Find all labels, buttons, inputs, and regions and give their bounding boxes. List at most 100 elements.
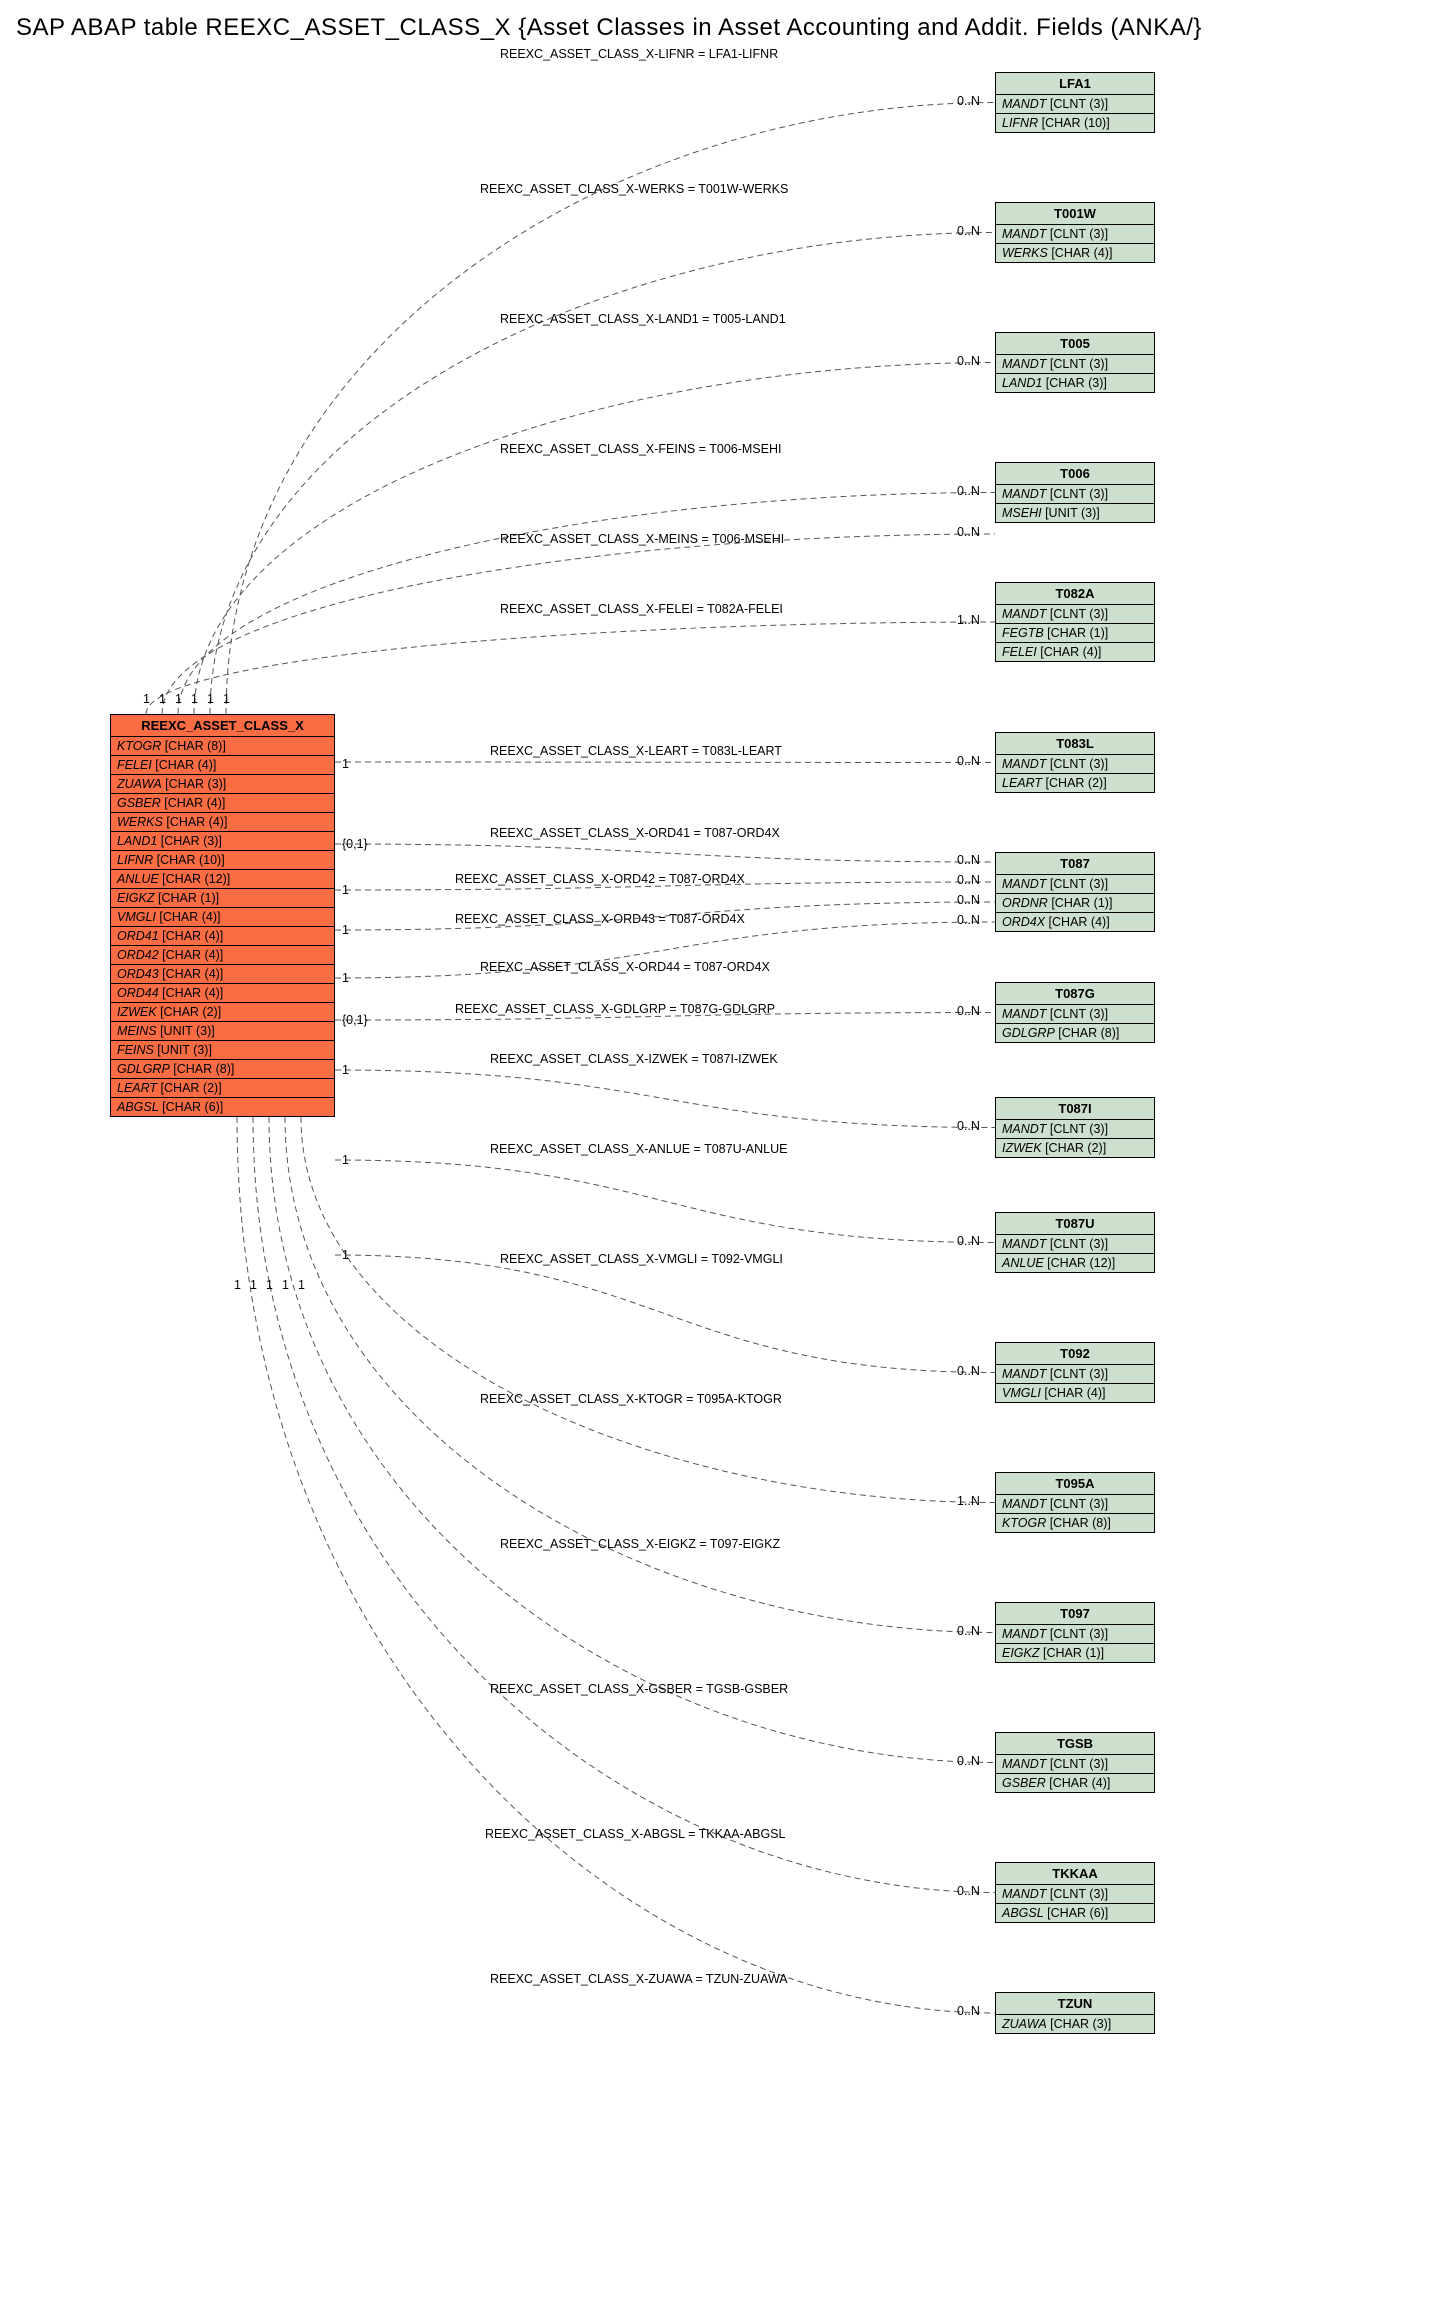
entity-header: T087: [996, 853, 1154, 875]
cardinality-right: 0..N: [957, 224, 980, 238]
entity-field: ABGSL [CHAR (6)]: [996, 1904, 1154, 1922]
entity-field: ORD44 [CHAR (4)]: [111, 984, 334, 1003]
entity-field: LEART [CHAR (2)]: [111, 1079, 334, 1098]
entity-field: GDLGRP [CHAR (8)]: [111, 1060, 334, 1079]
target-entity-t087u: T087UMANDT [CLNT (3)]ANLUE [CHAR (12)]: [995, 1212, 1155, 1273]
cardinality-left: 1: [282, 1278, 289, 1292]
entity-field: GDLGRP [CHAR (8)]: [996, 1024, 1154, 1042]
entity-header: REEXC_ASSET_CLASS_X: [111, 715, 334, 737]
entity-field: WERKS [CHAR (4)]: [996, 244, 1154, 262]
cardinality-left: 1: [342, 883, 349, 897]
target-entity-t082a: T082AMANDT [CLNT (3)]FEGTB [CHAR (1)]FEL…: [995, 582, 1155, 662]
entity-field: IZWEK [CHAR (2)]: [111, 1003, 334, 1022]
entity-field: LIFNR [CHAR (10)]: [996, 114, 1154, 132]
cardinality-right: 0..N: [957, 1004, 980, 1018]
entity-field: MANDT [CLNT (3)]: [996, 755, 1154, 774]
relationship-label: REEXC_ASSET_CLASS_X-VMGLI = T092-VMGLI: [500, 1252, 783, 1266]
entity-field: ORD42 [CHAR (4)]: [111, 946, 334, 965]
cardinality-right: 0..N: [957, 484, 980, 498]
entity-header: TKKAA: [996, 1863, 1154, 1885]
entity-header: T083L: [996, 733, 1154, 755]
cardinality-right: 0..N: [957, 1624, 980, 1638]
cardinality-left: 1: [342, 971, 349, 985]
target-entity-tgsb: TGSBMANDT [CLNT (3)]GSBER [CHAR (4)]: [995, 1732, 1155, 1793]
entity-field: IZWEK [CHAR (2)]: [996, 1139, 1154, 1157]
cardinality-right: 0..N: [957, 1364, 980, 1378]
relationship-label: REEXC_ASSET_CLASS_X-WERKS = T001W-WERKS: [480, 182, 788, 196]
entity-field: ZUAWA [CHAR (3)]: [111, 775, 334, 794]
relationship-label: REEXC_ASSET_CLASS_X-ABGSL = TKKAA-ABGSL: [485, 1827, 785, 1841]
entity-field: ANLUE [CHAR (12)]: [111, 870, 334, 889]
entity-field: GSBER [CHAR (4)]: [111, 794, 334, 813]
main-entity-reexc_asset_class_x: REEXC_ASSET_CLASS_XKTOGR [CHAR (8)]FELEI…: [110, 714, 335, 1117]
target-entity-t095a: T095AMANDT [CLNT (3)]KTOGR [CHAR (8)]: [995, 1472, 1155, 1533]
cardinality-right: 0..N: [957, 873, 980, 887]
entity-field: ABGSL [CHAR (6)]: [111, 1098, 334, 1116]
entity-field: MANDT [CLNT (3)]: [996, 1235, 1154, 1254]
entity-header: TGSB: [996, 1733, 1154, 1755]
entity-field: LAND1 [CHAR (3)]: [111, 832, 334, 851]
relationship-label: REEXC_ASSET_CLASS_X-GDLGRP = T087G-GDLGR…: [455, 1002, 775, 1016]
entity-field: FELEI [CHAR (4)]: [111, 756, 334, 775]
entity-header: T087I: [996, 1098, 1154, 1120]
cardinality-right: 0..N: [957, 354, 980, 368]
entity-header: T092: [996, 1343, 1154, 1365]
entity-header: T005: [996, 333, 1154, 355]
target-entity-t092: T092MANDT [CLNT (3)]VMGLI [CHAR (4)]: [995, 1342, 1155, 1403]
entity-header: T095A: [996, 1473, 1154, 1495]
relationship-label: REEXC_ASSET_CLASS_X-LAND1 = T005-LAND1: [500, 312, 786, 326]
entity-field: EIGKZ [CHAR (1)]: [996, 1644, 1154, 1662]
relationship-label: REEXC_ASSET_CLASS_X-ORD44 = T087-ORD4X: [480, 960, 770, 974]
entity-field: MSEHI [UNIT (3)]: [996, 504, 1154, 522]
relationship-label: REEXC_ASSET_CLASS_X-LEART = T083L-LEART: [490, 744, 782, 758]
entity-field: WERKS [CHAR (4)]: [111, 813, 334, 832]
entity-field: ZUAWA [CHAR (3)]: [996, 2015, 1154, 2033]
entity-field: KTOGR [CHAR (8)]: [111, 737, 334, 756]
cardinality-left: 1: [342, 1248, 349, 1262]
entity-field: MANDT [CLNT (3)]: [996, 1885, 1154, 1904]
cardinality-right: 0..N: [957, 1119, 980, 1133]
entity-field: MANDT [CLNT (3)]: [996, 1120, 1154, 1139]
entity-field: MANDT [CLNT (3)]: [996, 1625, 1154, 1644]
relationship-label: REEXC_ASSET_CLASS_X-ZUAWA = TZUN-ZUAWA: [490, 1972, 788, 1986]
relationship-label: REEXC_ASSET_CLASS_X-FEINS = T006-MSEHI: [500, 442, 781, 456]
relationship-label: REEXC_ASSET_CLASS_X-GSBER = TGSB-GSBER: [490, 1682, 788, 1696]
entity-field: ORD41 [CHAR (4)]: [111, 927, 334, 946]
cardinality-right: 0..N: [957, 1754, 980, 1768]
entity-field: MANDT [CLNT (3)]: [996, 1755, 1154, 1774]
target-entity-tzun: TZUNZUAWA [CHAR (3)]: [995, 1992, 1155, 2034]
cardinality-left: {0,1}: [342, 1013, 368, 1027]
entity-field: LIFNR [CHAR (10)]: [111, 851, 334, 870]
cardinality-left: 1: [175, 692, 182, 706]
entity-field: VMGLI [CHAR (4)]: [996, 1384, 1154, 1402]
entity-field: LEART [CHAR (2)]: [996, 774, 1154, 792]
target-entity-t006: T006MANDT [CLNT (3)]MSEHI [UNIT (3)]: [995, 462, 1155, 523]
cardinality-left: 1: [191, 692, 198, 706]
relationship-label: REEXC_ASSET_CLASS_X-ANLUE = T087U-ANLUE: [490, 1142, 787, 1156]
cardinality-right: 0..N: [957, 94, 980, 108]
entity-header: T001W: [996, 203, 1154, 225]
entity-header: T097: [996, 1603, 1154, 1625]
cardinality-right: 0..N: [957, 853, 980, 867]
cardinality-left: 1: [342, 1153, 349, 1167]
entity-header: TZUN: [996, 1993, 1154, 2015]
target-entity-lfa1: LFA1MANDT [CLNT (3)]LIFNR [CHAR (10)]: [995, 72, 1155, 133]
cardinality-right: 0..N: [957, 893, 980, 907]
cardinality-left: 1: [298, 1278, 305, 1292]
cardinality-right: 0..N: [957, 913, 980, 927]
entity-field: FEGTB [CHAR (1)]: [996, 624, 1154, 643]
diagram-stage: REEXC_ASSET_CLASS_XKTOGR [CHAR (8)]FELEI…: [10, 42, 1445, 2292]
entity-field: EIGKZ [CHAR (1)]: [111, 889, 334, 908]
cardinality-left: 1: [207, 692, 214, 706]
cardinality-right: 0..N: [957, 1234, 980, 1248]
relationship-label: REEXC_ASSET_CLASS_X-IZWEK = T087I-IZWEK: [490, 1052, 778, 1066]
entity-field: ANLUE [CHAR (12)]: [996, 1254, 1154, 1272]
entity-field: FELEI [CHAR (4)]: [996, 643, 1154, 661]
entity-field: MANDT [CLNT (3)]: [996, 605, 1154, 624]
target-entity-t001w: T001WMANDT [CLNT (3)]WERKS [CHAR (4)]: [995, 202, 1155, 263]
entity-field: MANDT [CLNT (3)]: [996, 1495, 1154, 1514]
cardinality-left: 1: [342, 923, 349, 937]
entity-field: MANDT [CLNT (3)]: [996, 485, 1154, 504]
relationship-label: REEXC_ASSET_CLASS_X-ORD41 = T087-ORD4X: [490, 826, 780, 840]
page-title: SAP ABAP table REEXC_ASSET_CLASS_X {Asse…: [16, 14, 1455, 42]
